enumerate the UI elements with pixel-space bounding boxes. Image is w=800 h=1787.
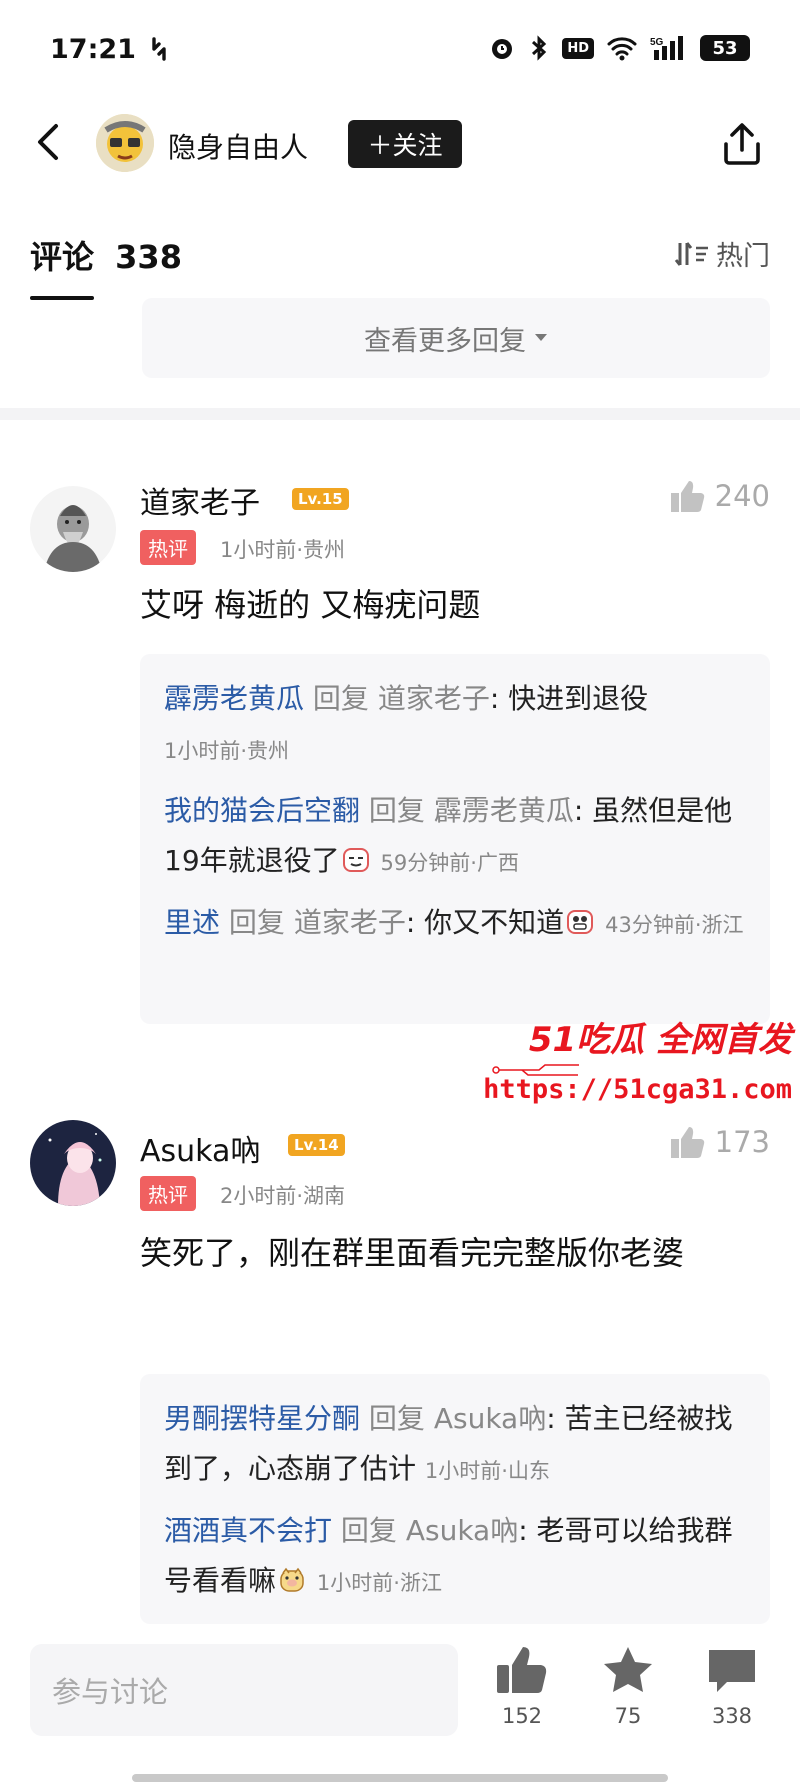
- see-more-replies-button[interactable]: 查看更多回复: [142, 298, 770, 378]
- comment-like-button[interactable]: 240: [669, 478, 770, 514]
- status-bar: 17:21 HD 5G 53: [0, 0, 800, 100]
- reply-label: 回复: [360, 1402, 434, 1435]
- comment-input[interactable]: 参与讨论: [30, 1644, 458, 1736]
- reply-user[interactable]: 霹雳老黄瓜: [164, 682, 304, 715]
- comments-button[interactable]: 338: [692, 1644, 772, 1728]
- reply-label: 回复: [332, 1514, 406, 1547]
- comment-text-body: 笑死了，刚在群里面看完完整版你老婆: [140, 1234, 685, 1272]
- comments-count: 338: [115, 238, 182, 276]
- back-icon[interactable]: [32, 120, 64, 168]
- battery-indicator: 53: [700, 35, 750, 61]
- comment-meta: 2小时前·湖南: [220, 1184, 346, 1208]
- reply-target[interactable]: Asuka吶: [406, 1514, 518, 1547]
- commenter-name[interactable]: 道家老子: [140, 478, 260, 522]
- comment-text: 笑死了，刚在群里面看完完整版你老婆: [140, 1226, 760, 1280]
- comment-text: 艾呀 梅逝的 又梅疣问题: [140, 586, 481, 624]
- smirk-emoji-icon: [342, 848, 369, 872]
- reply-meta: 43分钟前·浙江: [605, 913, 744, 937]
- thumbs-up-icon: [670, 1127, 704, 1158]
- reply-user[interactable]: 男酮摆特星分酮: [164, 1402, 360, 1435]
- reply-list: 男酮摆特星分酮 回复 Asuka吶: 苦主已经被找到了，心态崩了估计 1小时前·…: [140, 1374, 770, 1624]
- alarm-icon: [488, 34, 516, 62]
- home-indicator[interactable]: [132, 1774, 668, 1782]
- follow-button[interactable]: ＋关注: [348, 120, 462, 168]
- commenter-avatar[interactable]: [30, 486, 116, 572]
- sort-toggle[interactable]: 热门: [674, 234, 770, 273]
- comment-like-button[interactable]: 173: [669, 1124, 770, 1160]
- post-comment-count: 338: [711, 1704, 753, 1728]
- post-header: 隐身自由人 ＋关注: [0, 100, 800, 190]
- see-more-label: 查看更多回复: [364, 325, 526, 357]
- sort-icon: [674, 241, 708, 266]
- reply-target[interactable]: 道家老子: [294, 906, 406, 939]
- like-post-button[interactable]: 152: [482, 1644, 562, 1728]
- level-badge: Lv.15: [292, 488, 349, 510]
- post-like-count: 152: [501, 1704, 543, 1728]
- sort-label: 热门: [716, 241, 770, 272]
- reply-target[interactable]: Asuka吶: [434, 1402, 546, 1435]
- reply-label: 回复: [220, 906, 294, 939]
- reply-label: 回复: [360, 794, 434, 827]
- grimace-emoji-icon: [567, 910, 594, 934]
- watermark-title: 51吃瓜 全网首发: [528, 1020, 792, 1060]
- cellular-signal-icon: 5G: [650, 34, 688, 62]
- comments-header: 评论 338 热门: [0, 220, 800, 300]
- reply-list: 霹雳老黄瓜 回复 道家老子: 快进到退役 1小时前·贵州 我的猫会后空翻 回复 …: [140, 654, 770, 1024]
- share-icon[interactable]: [720, 120, 764, 172]
- commenter-avatar[interactable]: [30, 1120, 116, 1206]
- comments-tab-label: 评论: [30, 238, 95, 276]
- comment-bubble-icon: [709, 1650, 755, 1692]
- reply-text: : 你又不知道: [405, 906, 565, 939]
- active-tab-indicator: [30, 296, 94, 300]
- sync-icon: [146, 36, 172, 66]
- thumbs-up-icon: [670, 481, 704, 512]
- author-avatar[interactable]: [96, 114, 154, 172]
- favorite-count: 75: [614, 1704, 642, 1728]
- reply-meta: 1小时前·山东: [424, 1459, 550, 1483]
- pig-emoji-icon: [280, 1567, 304, 1592]
- chevron-down-icon: [535, 334, 547, 341]
- status-icons: HD 5G 53: [488, 34, 750, 62]
- tab-comments[interactable]: 评论 338: [30, 232, 182, 278]
- bluetooth-icon: [528, 34, 550, 62]
- thumbs-up-icon: [497, 1647, 547, 1693]
- author-name[interactable]: 隐身自由人: [168, 126, 308, 166]
- reply-target[interactable]: 道家老子: [378, 682, 490, 715]
- site-watermark: 51吃瓜 全网首发 https://51cga31.com: [483, 1012, 792, 1122]
- reply-meta: 1小时前·贵州: [164, 739, 290, 763]
- reply-user[interactable]: 我的猫会后空翻: [164, 794, 360, 827]
- reply-target[interactable]: 霹雳老黄瓜: [434, 794, 574, 827]
- commenter-name[interactable]: Asuka吶: [140, 1126, 260, 1170]
- section-divider: [0, 408, 800, 420]
- hot-comment-badge: 热评: [140, 530, 196, 565]
- reply-meta: 1小时前·浙江: [316, 1571, 442, 1595]
- reply-item[interactable]: 我的猫会后空翻 回复 霹雳老黄瓜: 虽然但是他19年就退役了 59分钟前·广西: [164, 786, 746, 888]
- signal-label: 5G: [650, 37, 664, 48]
- reply-item[interactable]: 霹雳老黄瓜 回复 道家老子: 快进到退役 1小时前·贵州: [164, 674, 746, 776]
- reply-text: : 快进到退役: [489, 682, 649, 715]
- favorite-button[interactable]: 75: [588, 1644, 668, 1728]
- hd-badge: HD: [562, 37, 594, 59]
- level-badge: Lv.14: [288, 1134, 345, 1156]
- hot-comment-badge: 热评: [140, 1176, 196, 1211]
- reply-item[interactable]: 男酮摆特星分酮 回复 Asuka吶: 苦主已经被找到了，心态崩了估计 1小时前·…: [164, 1394, 746, 1496]
- reply-meta: 59分钟前·广西: [380, 851, 519, 875]
- wifi-icon: [606, 35, 638, 61]
- reply-item[interactable]: 里述 回复 道家老子: 你又不知道 43分钟前·浙江: [164, 898, 746, 950]
- reply-user[interactable]: 酒酒真不会打: [164, 1514, 332, 1547]
- reply-user[interactable]: 里述: [164, 906, 220, 939]
- reply-item[interactable]: 酒酒真不会打 回复 Asuka吶: 老哥可以给我群号看看嘛 1小时前·浙江: [164, 1506, 746, 1608]
- reply-label: 回复: [304, 682, 378, 715]
- like-count: 240: [714, 479, 770, 513]
- star-icon: [604, 1647, 652, 1692]
- watermark-url: https://51cga31.com: [483, 1074, 792, 1105]
- comment-meta: 1小时前·贵州: [220, 538, 346, 562]
- bottom-action-bar: 参与讨论 152 75 338: [0, 1632, 800, 1787]
- status-time: 17:21: [50, 34, 136, 65]
- like-count: 173: [714, 1125, 770, 1159]
